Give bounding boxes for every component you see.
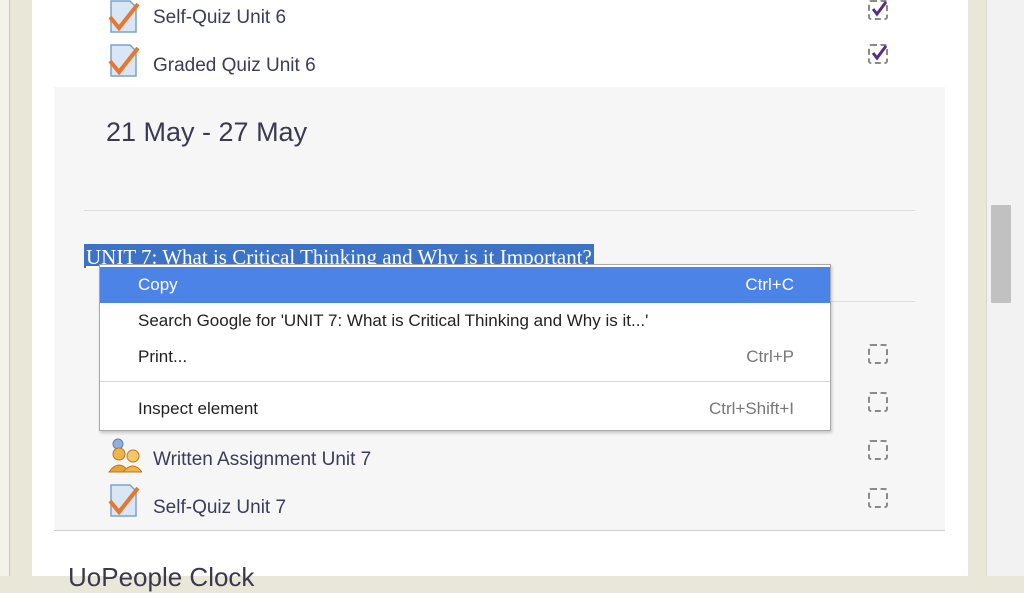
assignment-icon: [108, 438, 142, 473]
quiz-icon: [108, 484, 140, 517]
activity-label[interactable]: Self-Quiz Unit 6: [153, 0, 286, 36]
completion-checkbox[interactable]: [868, 344, 888, 364]
block-title: UoPeople Clock: [68, 562, 255, 592]
menu-item-label: Inspect element: [138, 399, 259, 418]
check-mark-icon: [871, 1, 888, 17]
menu-item-copy[interactable]: Copy Ctrl+C: [100, 267, 830, 303]
menu-item-shortcut: Ctrl+Shift+I: [708, 399, 794, 418]
divider: [830, 301, 915, 302]
activity-label[interactable]: Self-Quiz Unit 7: [153, 490, 286, 526]
page-edge: [0, 0, 10, 576]
quiz-icon: [108, 0, 140, 33]
completion-checkbox[interactable]: [868, 488, 888, 508]
menu-item-shortcut: Ctrl+P: [746, 347, 794, 366]
menu-item-print[interactable]: Print... Ctrl+P: [100, 339, 830, 375]
menu-separator: [100, 381, 830, 382]
vertical-scrollbar[interactable]: [986, 0, 1024, 576]
completion-checkbox[interactable]: [868, 440, 888, 460]
menu-item-inspect-element[interactable]: Inspect element Ctrl+Shift+I: [100, 391, 830, 427]
activity-label[interactable]: Graded Quiz Unit 6: [153, 48, 316, 84]
divider: [84, 210, 915, 211]
activity-label[interactable]: Written Assignment Unit 7: [153, 442, 371, 478]
completion-checkbox[interactable]: [868, 44, 888, 64]
menu-item-label: Copy: [138, 275, 178, 294]
menu-item-label: Search Google for 'UNIT 7: What is Criti…: [138, 311, 649, 330]
quiz-icon: [108, 44, 140, 77]
scroll-thumb[interactable]: [991, 205, 1011, 303]
completion-checkbox[interactable]: [868, 0, 888, 20]
menu-item-shortcut: Ctrl+C: [745, 275, 794, 294]
menu-item-label: Print...: [138, 347, 188, 366]
context-menu[interactable]: Copy Ctrl+C Search Google for 'UNIT 7: W…: [99, 264, 831, 431]
menu-item-search-google[interactable]: Search Google for 'UNIT 7: What is Criti…: [100, 303, 830, 339]
check-mark-icon: [871, 45, 888, 61]
week-title: 21 May - 27 May: [106, 117, 308, 147]
completion-checkbox[interactable]: [868, 392, 888, 412]
